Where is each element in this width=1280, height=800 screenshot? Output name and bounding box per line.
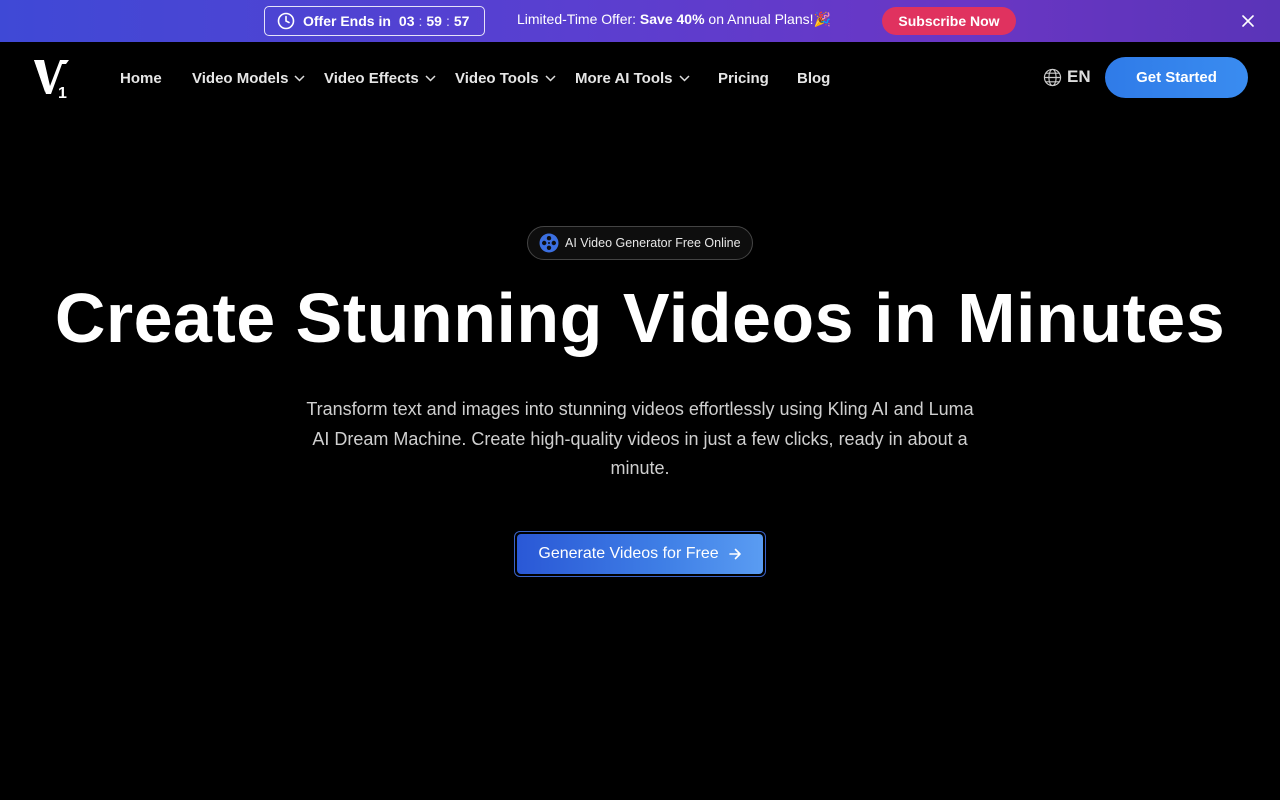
nav-video-models[interactable]: Video Models <box>192 70 305 87</box>
nav-more-ai-tools-label: More AI Tools <box>575 70 673 87</box>
close-promo-button[interactable] <box>1238 11 1258 31</box>
get-started-button[interactable]: Get Started <box>1105 57 1248 98</box>
chevron-down-icon <box>678 75 690 82</box>
nav-video-effects-label: Video Effects <box>324 70 419 87</box>
film-reel-icon <box>539 233 559 253</box>
nav-blog-label: Blog <box>797 70 831 87</box>
nav-video-tools[interactable]: Video Tools <box>455 70 556 87</box>
offer-timer: Offer Ends in 03:59:57 <box>264 6 485 36</box>
nav-video-effects[interactable]: Video Effects <box>324 70 436 87</box>
chevron-down-icon <box>545 75 556 82</box>
timer-seconds: 57 <box>453 13 470 29</box>
generate-videos-label: Generate Videos for Free <box>538 545 719 562</box>
subscribe-now-button[interactable]: Subscribe Now <box>882 7 1016 35</box>
nav-video-tools-label: Video Tools <box>455 70 539 87</box>
promo-text-suffix: on Annual Plans!🎉 <box>704 11 831 27</box>
top-navbar: 1 Home Video Models Video Effects Video … <box>0 42 1280 114</box>
promo-bar: Offer Ends in 03:59:57 Limited-Time Offe… <box>0 0 1280 42</box>
nav-blog[interactable]: Blog <box>797 70 830 87</box>
nav-home-label: Home <box>120 70 162 87</box>
hero-title: Create Stunning Videos in Minutes <box>54 279 1226 357</box>
nav-video-models-label: Video Models <box>192 70 289 87</box>
nav-more-ai-tools[interactable]: More AI Tools <box>575 70 690 87</box>
hero-subtitle: Transform text and images into stunning … <box>306 399 974 478</box>
promo-text-highlight: Save 40% <box>639 11 705 27</box>
generate-videos-button[interactable]: Generate Videos for Free <box>517 534 763 574</box>
chevron-down-icon <box>294 75 305 82</box>
hero-badge: AI Video Generator Free Online <box>527 226 753 260</box>
cta-focus-ring: Generate Videos for Free <box>514 531 766 577</box>
nav-pricing[interactable]: Pricing <box>718 70 769 87</box>
timer-label: Offer Ends in <box>303 13 391 29</box>
nav-home[interactable]: Home <box>120 70 162 87</box>
promo-text: Limited-Time Offer: Save 40% on Annual P… <box>517 11 831 28</box>
hero-badge-label: AI Video Generator Free Online <box>565 236 741 250</box>
timer-minutes: 59 <box>426 13 442 29</box>
close-icon <box>1242 15 1254 27</box>
logo[interactable]: 1 <box>33 56 71 102</box>
nav-pricing-label: Pricing <box>718 70 769 87</box>
arrow-right-icon <box>728 548 741 560</box>
globe-icon <box>1043 68 1062 86</box>
svg-text:1: 1 <box>58 85 67 100</box>
timer-digits: 03:59:57 <box>398 13 470 29</box>
timer-hours: 03 <box>398 13 415 29</box>
clock-icon <box>277 12 295 30</box>
promo-text-prefix: Limited-Time Offer: <box>517 11 640 27</box>
language-label: EN <box>1067 67 1091 86</box>
chevron-down-icon <box>425 75 436 82</box>
language-selector[interactable]: EN <box>1043 67 1091 87</box>
